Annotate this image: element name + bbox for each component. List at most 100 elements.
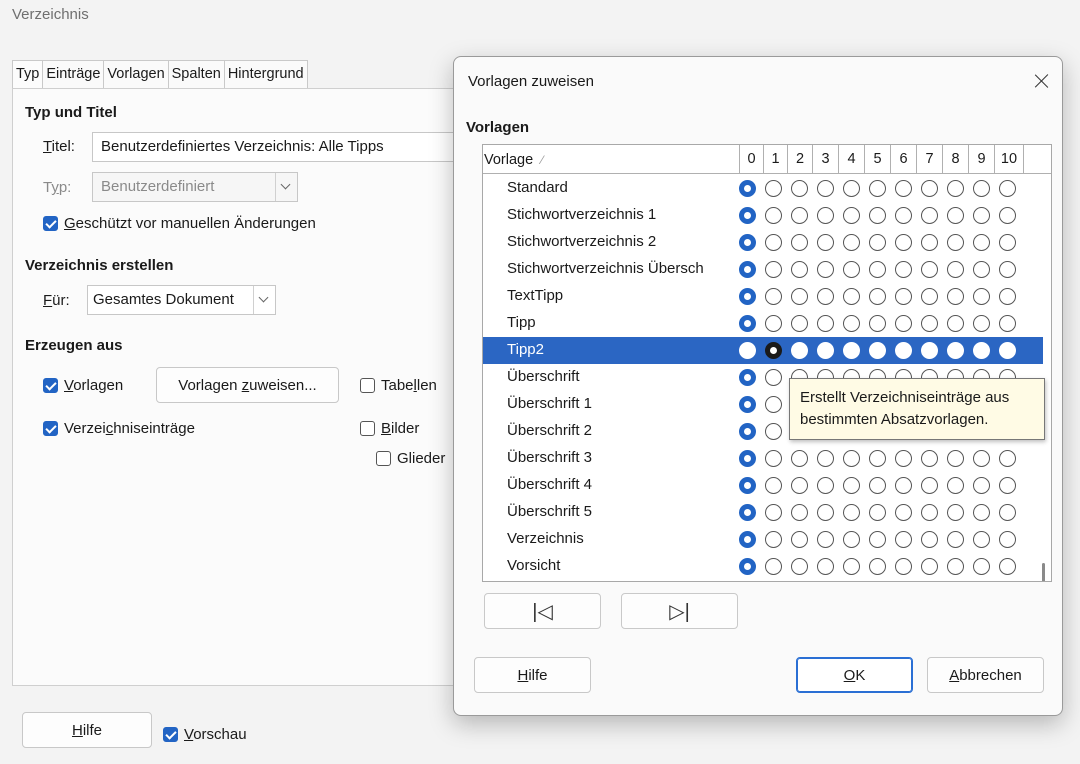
level-radio-8[interactable] xyxy=(947,315,964,332)
level-radio-0[interactable] xyxy=(739,234,756,251)
protected-checkbox[interactable]: Geschützt vor manuellen Änderungen xyxy=(43,215,316,232)
level-radio-1[interactable] xyxy=(765,450,782,467)
level-radio-10[interactable] xyxy=(999,558,1016,575)
level-radio-1[interactable] xyxy=(765,288,782,305)
level-radio-8[interactable] xyxy=(947,531,964,548)
level-radio-8[interactable] xyxy=(947,234,964,251)
level-radio-5[interactable] xyxy=(869,207,886,224)
tab-spalten[interactable]: Spalten xyxy=(167,60,224,88)
title-input[interactable]: Benutzerdefiniertes Verzeichnis: Alle Ti… xyxy=(92,132,462,162)
level-radio-5[interactable] xyxy=(869,288,886,305)
level-radio-2[interactable] xyxy=(791,234,808,251)
table-row[interactable]: Vorsicht xyxy=(483,553,1043,580)
table-row[interactable]: TextTipp xyxy=(483,283,1043,310)
level-radio-1[interactable] xyxy=(765,261,782,278)
level-radio-1[interactable] xyxy=(765,504,782,521)
level-radio-10[interactable] xyxy=(999,450,1016,467)
level-radio-8[interactable] xyxy=(947,450,964,467)
level-radio-8[interactable] xyxy=(947,180,964,197)
level-radio-5[interactable] xyxy=(869,342,886,359)
level-radio-0[interactable] xyxy=(739,450,756,467)
level-radio-5[interactable] xyxy=(869,261,886,278)
table-row[interactable]: Stichwortverzeichnis Übersch xyxy=(483,256,1043,283)
outline-checkbox[interactable]: Glieder xyxy=(376,450,445,467)
level-radio-1[interactable] xyxy=(765,423,782,440)
level-radio-8[interactable] xyxy=(947,288,964,305)
assign-styles-button[interactable]: Vorlagen z uweisen... xyxy=(156,367,339,403)
table-row[interactable]: Überschrift 4 xyxy=(483,472,1043,499)
tab-typ[interactable]: Typ xyxy=(12,60,43,88)
level-radio-9[interactable] xyxy=(973,531,990,548)
level-radio-9[interactable] xyxy=(973,477,990,494)
level-radio-6[interactable] xyxy=(895,342,912,359)
col-header-level-10[interactable]: 10 xyxy=(994,145,1023,174)
table-row[interactable]: Stichwortverzeichnis 1 xyxy=(483,202,1043,229)
level-radio-2[interactable] xyxy=(791,342,808,359)
level-radio-10[interactable] xyxy=(999,207,1016,224)
level-radio-2[interactable] xyxy=(791,207,808,224)
level-radio-1[interactable] xyxy=(765,369,782,386)
col-header-level-9[interactable]: 9 xyxy=(968,145,994,174)
level-radio-7[interactable] xyxy=(921,477,938,494)
level-radio-9[interactable] xyxy=(973,315,990,332)
table-row[interactable]: Verzeichnis xyxy=(483,526,1043,553)
level-radio-3[interactable] xyxy=(817,342,834,359)
level-radio-3[interactable] xyxy=(817,558,834,575)
level-radio-7[interactable] xyxy=(921,180,938,197)
level-radio-4[interactable] xyxy=(843,558,860,575)
level-radio-9[interactable] xyxy=(973,504,990,521)
level-radio-1[interactable] xyxy=(765,396,782,413)
level-radio-6[interactable] xyxy=(895,558,912,575)
col-header-level-6[interactable]: 6 xyxy=(890,145,916,174)
level-radio-6[interactable] xyxy=(895,261,912,278)
level-radio-2[interactable] xyxy=(791,261,808,278)
level-radio-2[interactable] xyxy=(791,450,808,467)
level-radio-6[interactable] xyxy=(895,450,912,467)
styles-checkbox[interactable]: Vorlagen xyxy=(43,377,123,394)
level-radio-3[interactable] xyxy=(817,531,834,548)
level-radio-7[interactable] xyxy=(921,450,938,467)
level-radio-3[interactable] xyxy=(817,315,834,332)
level-radio-4[interactable] xyxy=(843,531,860,548)
level-radio-1[interactable] xyxy=(765,234,782,251)
level-radio-7[interactable] xyxy=(921,288,938,305)
level-radio-1[interactable] xyxy=(765,342,782,359)
level-radio-6[interactable] xyxy=(895,234,912,251)
level-radio-7[interactable] xyxy=(921,315,938,332)
level-radio-5[interactable] xyxy=(869,477,886,494)
level-radio-6[interactable] xyxy=(895,180,912,197)
scrollbar-thumb[interactable] xyxy=(1042,563,1045,581)
col-header-level-0[interactable]: 0 xyxy=(739,145,763,174)
level-radio-0[interactable] xyxy=(739,180,756,197)
level-radio-6[interactable] xyxy=(895,315,912,332)
level-radio-7[interactable] xyxy=(921,207,938,224)
level-radio-8[interactable] xyxy=(947,477,964,494)
level-radio-4[interactable] xyxy=(843,180,860,197)
col-header-level-1[interactable]: 1 xyxy=(763,145,787,174)
level-radio-3[interactable] xyxy=(817,288,834,305)
level-radio-5[interactable] xyxy=(869,180,886,197)
level-radio-7[interactable] xyxy=(921,234,938,251)
level-radio-3[interactable] xyxy=(817,180,834,197)
table-row[interactable]: Tipp2 xyxy=(483,337,1043,364)
level-radio-4[interactable] xyxy=(843,450,860,467)
level-radio-0[interactable] xyxy=(739,504,756,521)
level-radio-4[interactable] xyxy=(843,504,860,521)
tab-hintergrund[interactable]: Hintergrund xyxy=(223,60,308,88)
level-radio-5[interactable] xyxy=(869,558,886,575)
level-radio-10[interactable] xyxy=(999,531,1016,548)
level-radio-7[interactable] xyxy=(921,531,938,548)
tab-vorlagen[interactable]: Vorlagen xyxy=(103,60,168,88)
level-radio-2[interactable] xyxy=(791,180,808,197)
level-radio-1[interactable] xyxy=(765,477,782,494)
level-radio-8[interactable] xyxy=(947,558,964,575)
level-radio-10[interactable] xyxy=(999,477,1016,494)
level-radio-9[interactable] xyxy=(973,207,990,224)
col-header-level-7[interactable]: 7 xyxy=(916,145,942,174)
table-row[interactable]: Standard xyxy=(483,175,1043,202)
col-header-level-5[interactable]: 5 xyxy=(864,145,890,174)
level-radio-8[interactable] xyxy=(947,342,964,359)
level-radio-7[interactable] xyxy=(921,261,938,278)
table-row[interactable]: Überschrift 5 xyxy=(483,499,1043,526)
level-radio-7[interactable] xyxy=(921,504,938,521)
